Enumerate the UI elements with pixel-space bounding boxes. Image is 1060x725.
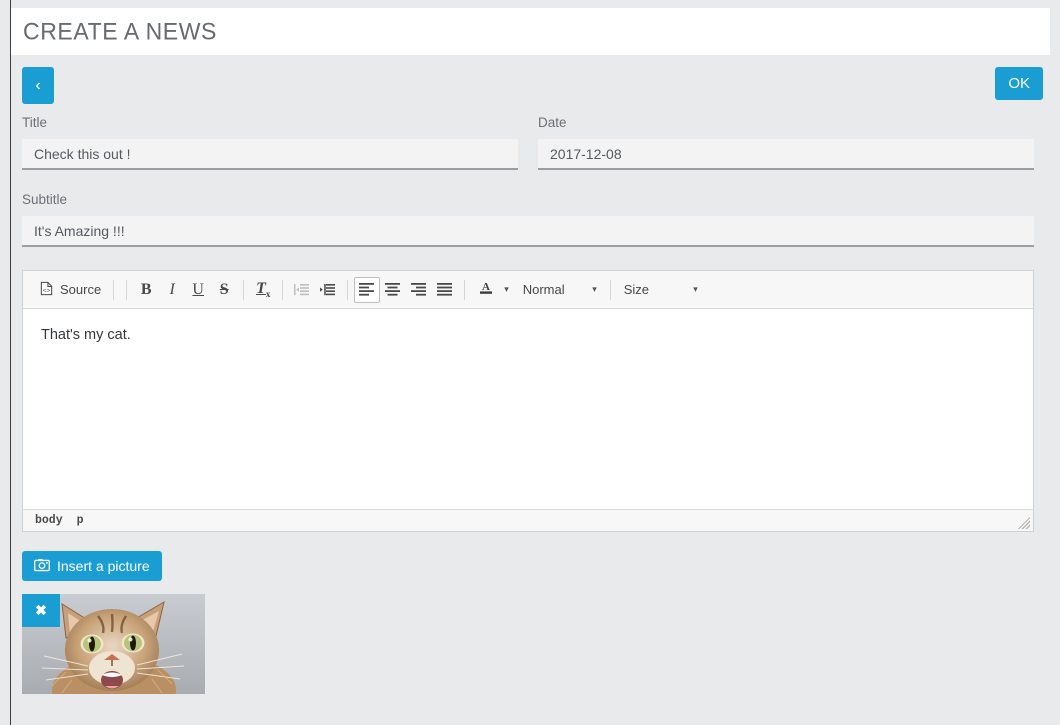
toolbar-separator (113, 280, 114, 300)
align-justify-button[interactable] (432, 277, 458, 303)
source-button[interactable]: <> Source (33, 277, 107, 303)
page-header: CREATE A NEWS (11, 8, 1050, 55)
outdent-button[interactable] (289, 277, 315, 303)
insert-picture-button[interactable]: Insert a picture (22, 551, 162, 581)
toolbar-separator (347, 280, 348, 300)
page-left-rail (10, 0, 11, 725)
align-left-button[interactable] (354, 277, 380, 303)
text-color-button[interactable]: A ▾ (471, 277, 516, 303)
toolbar-separator (282, 280, 283, 300)
ok-button[interactable]: OK (995, 67, 1043, 100)
field-subtitle: Subtitle (22, 192, 1034, 247)
subtitle-label: Subtitle (22, 192, 1034, 207)
camera-icon (34, 558, 50, 575)
chevron-left-icon: ‹ (35, 77, 40, 94)
editor-resize-handle[interactable] (1018, 517, 1030, 529)
toolbar-separator (610, 280, 611, 300)
toolbar-separator (464, 280, 465, 300)
subtitle-input[interactable] (22, 216, 1034, 247)
insert-picture-label: Insert a picture (57, 558, 150, 574)
element-path-p[interactable]: p (77, 514, 84, 527)
source-code-icon: <> (39, 281, 54, 299)
italic-button[interactable]: I (159, 277, 185, 303)
toolbar-separator (126, 280, 127, 300)
indent-button[interactable] (315, 277, 341, 303)
text-color-icon: A (478, 280, 494, 299)
picture-thumbnail[interactable]: ✖ (22, 594, 205, 694)
underline-button[interactable]: U (185, 277, 211, 303)
source-button-label: Source (60, 282, 101, 297)
toolbar-separator (243, 280, 244, 300)
date-input[interactable] (538, 139, 1034, 170)
remove-picture-button[interactable]: ✖ (22, 594, 60, 627)
editor-paragraph: That's my cat. (41, 327, 1015, 343)
page-title: CREATE A NEWS (11, 17, 217, 45)
news-form: Title Date Subtitle <> Source (22, 115, 1034, 694)
editor-element-path-bar: body p (23, 509, 1033, 531)
paragraph-format-dropdown[interactable]: Normal ▾ (516, 277, 604, 303)
font-size-value: Size (624, 282, 649, 297)
chevron-down-icon: ▾ (504, 285, 509, 294)
field-date: Date (538, 115, 1034, 170)
align-center-button[interactable] (380, 277, 406, 303)
title-label: Title (22, 115, 518, 130)
remove-format-icon: Tx (256, 280, 270, 299)
editor-toolbar: <> Source B I U S Tx (23, 271, 1033, 309)
paragraph-format-value: Normal (523, 282, 565, 297)
remove-format-button[interactable]: Tx (250, 277, 276, 303)
chevron-down-icon: ▾ (592, 285, 597, 294)
editor-content-area[interactable]: That's my cat. (23, 309, 1033, 509)
svg-text:A: A (482, 281, 490, 293)
date-label: Date (538, 115, 1034, 130)
action-bar: ‹ OK (11, 62, 1050, 108)
form-spacer (22, 170, 1034, 192)
font-size-dropdown[interactable]: Size ▾ (617, 277, 705, 303)
svg-text:<>: <> (43, 287, 51, 294)
title-input[interactable] (22, 139, 518, 170)
chevron-down-icon: ▾ (693, 285, 698, 294)
back-button[interactable]: ‹ (22, 67, 54, 104)
form-row-title-date: Title Date (22, 115, 1034, 170)
rich-text-editor: <> Source B I U S Tx (22, 270, 1034, 532)
strikethrough-button[interactable]: S (211, 277, 237, 303)
field-title: Title (22, 115, 518, 170)
element-path-body[interactable]: body (35, 514, 63, 527)
bold-button[interactable]: B (133, 277, 159, 303)
align-right-button[interactable] (406, 277, 432, 303)
